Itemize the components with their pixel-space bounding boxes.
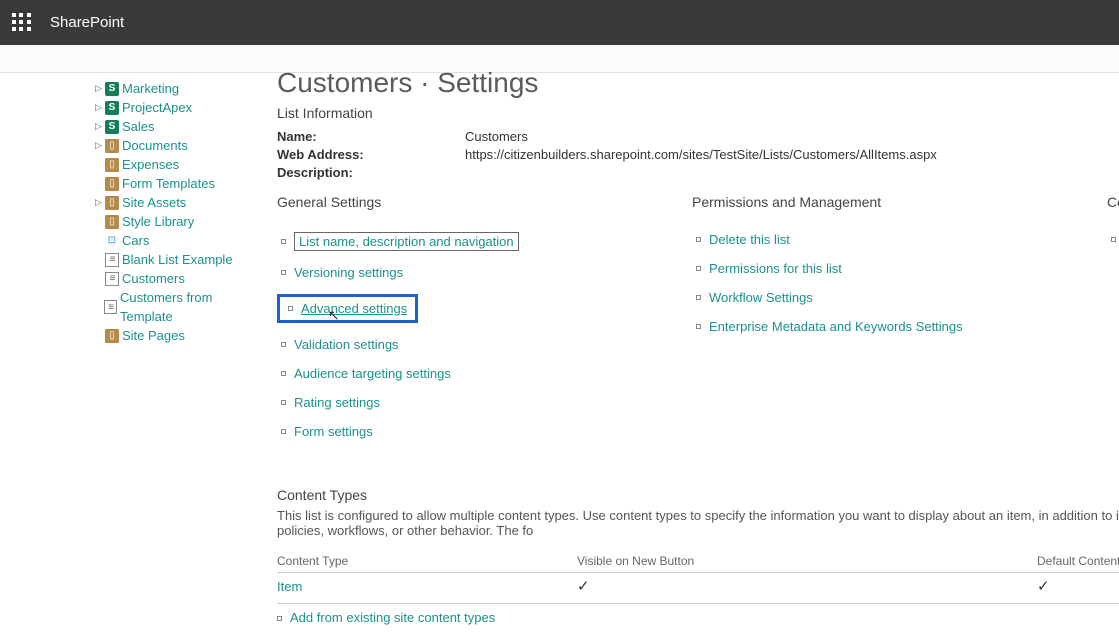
name-label: Name: xyxy=(277,129,465,144)
content-types-section: Content Types This list is configured to… xyxy=(277,487,1119,625)
bullet-icon xyxy=(277,616,282,621)
communications-column: Comm RSS xyxy=(1107,194,1119,453)
list-icon: ≡ xyxy=(104,300,117,314)
delete-list-link[interactable]: Delete this list xyxy=(696,232,1107,247)
nav-customers[interactable]: ≡Customers xyxy=(95,269,255,288)
bullet-icon xyxy=(281,239,286,244)
expand-icon[interactable]: ▷ xyxy=(95,193,105,212)
list-information-heading: List Information xyxy=(277,105,1119,121)
bullet-icon xyxy=(696,324,701,329)
bullet-icon xyxy=(281,270,286,275)
bullet-icon xyxy=(288,306,293,311)
list-icon: ≡ xyxy=(105,253,119,267)
app-launcher-icon[interactable] xyxy=(12,13,32,33)
site-icon: S xyxy=(105,82,119,96)
rss-link[interactable]: RSS xyxy=(1111,232,1119,247)
bullet-icon xyxy=(281,429,286,434)
communications-heading: Comm xyxy=(1107,194,1119,210)
general-settings-column: General Settings List name, description … xyxy=(277,194,692,453)
bullet-icon xyxy=(1111,237,1116,242)
main-content: Customers · Settings List Information Na… xyxy=(255,73,1119,635)
permissions-list-link[interactable]: Permissions for this list xyxy=(696,261,1107,276)
list-icon: ≡ xyxy=(105,272,119,286)
check-icon: ✓ xyxy=(577,578,590,595)
audience-targeting-link[interactable]: Audience targeting settings xyxy=(281,366,692,381)
content-type-item-link[interactable]: Item xyxy=(277,579,302,594)
web-address-value: https://citizenbuilders.sharepoint.com/s… xyxy=(465,147,937,162)
add-content-type-link[interactable]: Add from existing site content types xyxy=(290,610,495,625)
general-settings-heading: General Settings xyxy=(277,194,692,210)
advanced-settings-link[interactable]: Advanced settings ↖ xyxy=(277,294,418,323)
site-icon: S xyxy=(105,101,119,115)
nav-expenses[interactable]: ▯Expenses xyxy=(95,155,255,174)
nav-site-assets[interactable]: ▷▯Site Assets xyxy=(95,193,255,212)
bullet-icon xyxy=(696,295,701,300)
nav-cars[interactable]: ⊡Cars xyxy=(95,231,255,250)
nav-site-pages[interactable]: ▯Site Pages xyxy=(95,326,255,345)
name-value: Customers xyxy=(465,129,528,144)
nav-projectapex[interactable]: ▷SProjectApex xyxy=(95,98,255,117)
nav-blank-list[interactable]: ≡Blank List Example xyxy=(95,250,255,269)
library-icon: ▯ xyxy=(105,329,119,343)
expand-icon[interactable]: ▷ xyxy=(95,79,105,98)
add-content-type-row: Add from existing site content types xyxy=(277,603,1119,625)
library-icon: ▯ xyxy=(105,139,119,153)
check-icon: ✓ xyxy=(1037,578,1050,595)
quick-launch-sidebar: ▷SMarketing ▷SProjectApex ▷SSales ▷▯Docu… xyxy=(0,73,255,635)
nav-customers-template[interactable]: ≡Customers from Template xyxy=(95,288,255,326)
library-icon: ▯ xyxy=(105,177,119,191)
nav-form-templates[interactable]: ▯Form Templates xyxy=(95,174,255,193)
bullet-icon xyxy=(696,237,701,242)
web-address-label: Web Address: xyxy=(277,147,465,162)
nav-marketing[interactable]: ▷SMarketing xyxy=(95,79,255,98)
content-types-table: Content Type Visible on New Button Defau… xyxy=(277,550,1119,599)
list-name-link[interactable]: List name, description and navigation xyxy=(281,232,692,251)
ct-col-default: Default Content Ty xyxy=(1037,550,1119,573)
library-icon: ▯ xyxy=(105,196,119,210)
bullet-icon xyxy=(281,400,286,405)
bullet-icon xyxy=(281,342,286,347)
expand-icon[interactable]: ▷ xyxy=(95,136,105,155)
permissions-heading: Permissions and Management xyxy=(692,194,1107,210)
sharepoint-top-bar: SharePoint xyxy=(0,0,1119,45)
validation-link[interactable]: Validation settings xyxy=(281,337,692,352)
enterprise-metadata-link[interactable]: Enterprise Metadata and Keywords Setting… xyxy=(696,319,1107,334)
nav-sales[interactable]: ▷SSales xyxy=(95,117,255,136)
page-title: Customers · Settings xyxy=(277,67,1119,99)
expand-icon[interactable]: ▷ xyxy=(95,98,105,117)
ct-col-name: Content Type xyxy=(277,550,577,573)
versioning-link[interactable]: Versioning settings xyxy=(281,265,692,280)
brand-label: SharePoint xyxy=(50,14,124,31)
workflow-link[interactable]: Workflow Settings xyxy=(696,290,1107,305)
picture-icon: ⊡ xyxy=(105,234,119,248)
bullet-icon xyxy=(696,266,701,271)
description-label: Description: xyxy=(277,165,465,180)
content-types-desc: This list is configured to allow multipl… xyxy=(277,508,1119,538)
library-icon: ▯ xyxy=(105,215,119,229)
library-icon: ▯ xyxy=(105,158,119,172)
form-settings-link[interactable]: Form settings xyxy=(281,424,692,439)
expand-icon[interactable]: ▷ xyxy=(95,117,105,136)
site-icon: S xyxy=(105,120,119,134)
content-types-heading: Content Types xyxy=(277,487,1119,503)
bullet-icon xyxy=(281,371,286,376)
ct-col-visible: Visible on New Button xyxy=(577,550,1037,573)
nav-documents[interactable]: ▷▯Documents xyxy=(95,136,255,155)
rating-link[interactable]: Rating settings xyxy=(281,395,692,410)
content-type-row: Item ✓ ✓ xyxy=(277,573,1119,600)
permissions-column: Permissions and Management Delete this l… xyxy=(692,194,1107,453)
nav-style-library[interactable]: ▯Style Library xyxy=(95,212,255,231)
